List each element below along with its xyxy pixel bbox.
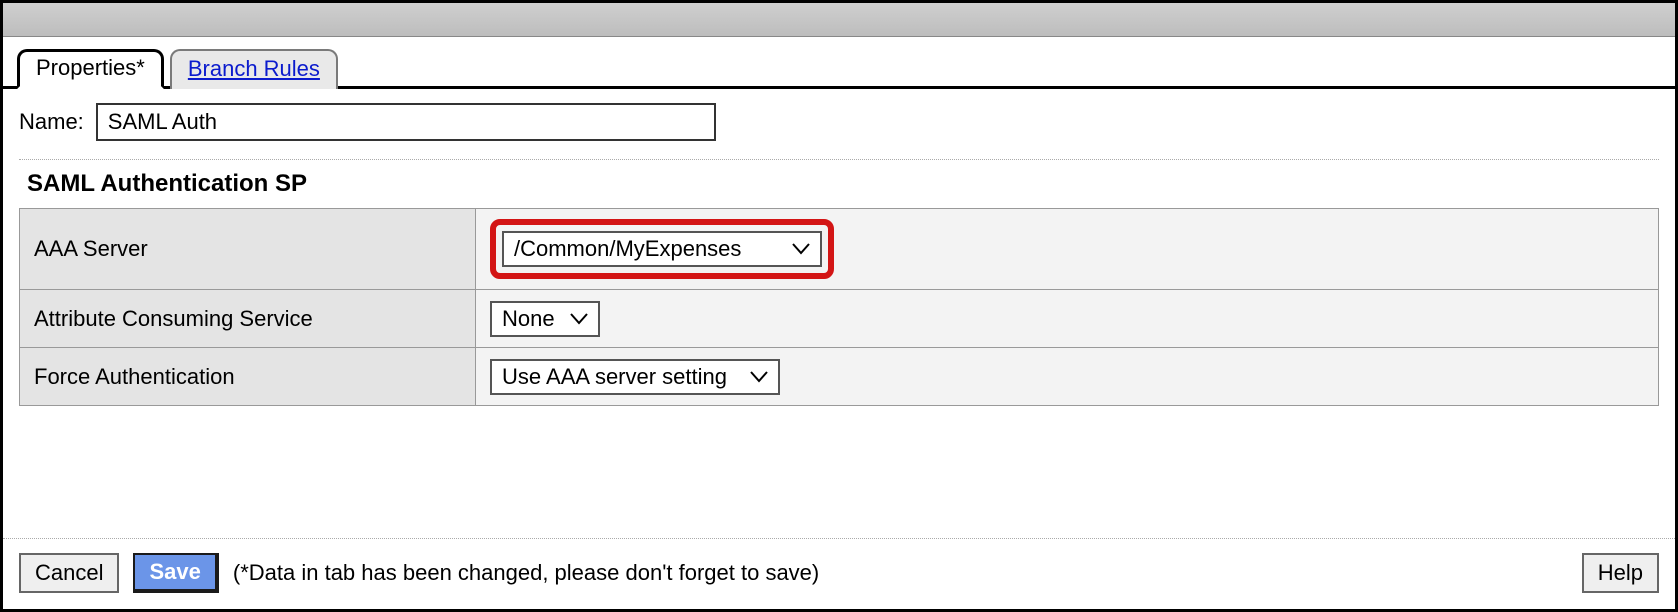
dialog-window: Properties* Branch Rules Name: SAML Auth… (0, 0, 1678, 612)
highlight-aaa-server: /Common/MyExpenses (490, 219, 834, 279)
properties-table: AAA Server /Common/MyExpenses Attribute … (19, 208, 1659, 406)
label-acs: Attribute Consuming Service (20, 290, 476, 348)
tab-properties-label: Properties* (36, 55, 145, 81)
cell-force-auth: Use AAA server setting (476, 348, 1659, 406)
name-row: Name: (19, 103, 1659, 141)
name-input[interactable] (96, 103, 716, 141)
label-aaa-server: AAA Server (20, 209, 476, 290)
cell-aaa-server: /Common/MyExpenses (476, 209, 1659, 290)
save-button[interactable]: Save (133, 553, 218, 593)
label-force-auth: Force Authentication (20, 348, 476, 406)
section-title: SAML Authentication SP (27, 170, 1659, 198)
select-aaa-server[interactable]: /Common/MyExpenses (502, 231, 822, 267)
cancel-button[interactable]: Cancel (19, 553, 119, 593)
select-aaa-server-value: /Common/MyExpenses (514, 236, 741, 262)
footer: Cancel Save (*Data in tab has been chang… (3, 539, 1675, 609)
tab-branch-rules[interactable]: Branch Rules (170, 49, 338, 89)
chevron-down-icon (570, 313, 588, 325)
select-force-auth[interactable]: Use AAA server setting (490, 359, 780, 395)
row-aaa-server: AAA Server /Common/MyExpenses (20, 209, 1659, 290)
name-label: Name: (19, 109, 84, 135)
tab-branch-rules-label[interactable]: Branch Rules (188, 56, 320, 82)
chevron-down-icon (750, 371, 768, 383)
help-button[interactable]: Help (1582, 553, 1659, 593)
select-acs[interactable]: None (490, 301, 600, 337)
tab-content: Name: SAML Authentication SP AAA Server … (3, 89, 1675, 538)
select-force-auth-value: Use AAA server setting (502, 364, 727, 390)
row-force-authentication: Force Authentication Use AAA server sett… (20, 348, 1659, 406)
section-divider (19, 159, 1659, 160)
select-acs-value: None (502, 306, 555, 332)
tab-properties[interactable]: Properties* (17, 49, 164, 89)
tab-strip: Properties* Branch Rules (3, 43, 1675, 89)
row-attribute-consuming-service: Attribute Consuming Service None (20, 290, 1659, 348)
chevron-down-icon (792, 243, 810, 255)
title-bar (3, 3, 1675, 37)
cell-acs: None (476, 290, 1659, 348)
unsaved-message: (*Data in tab has been changed, please d… (233, 560, 819, 586)
